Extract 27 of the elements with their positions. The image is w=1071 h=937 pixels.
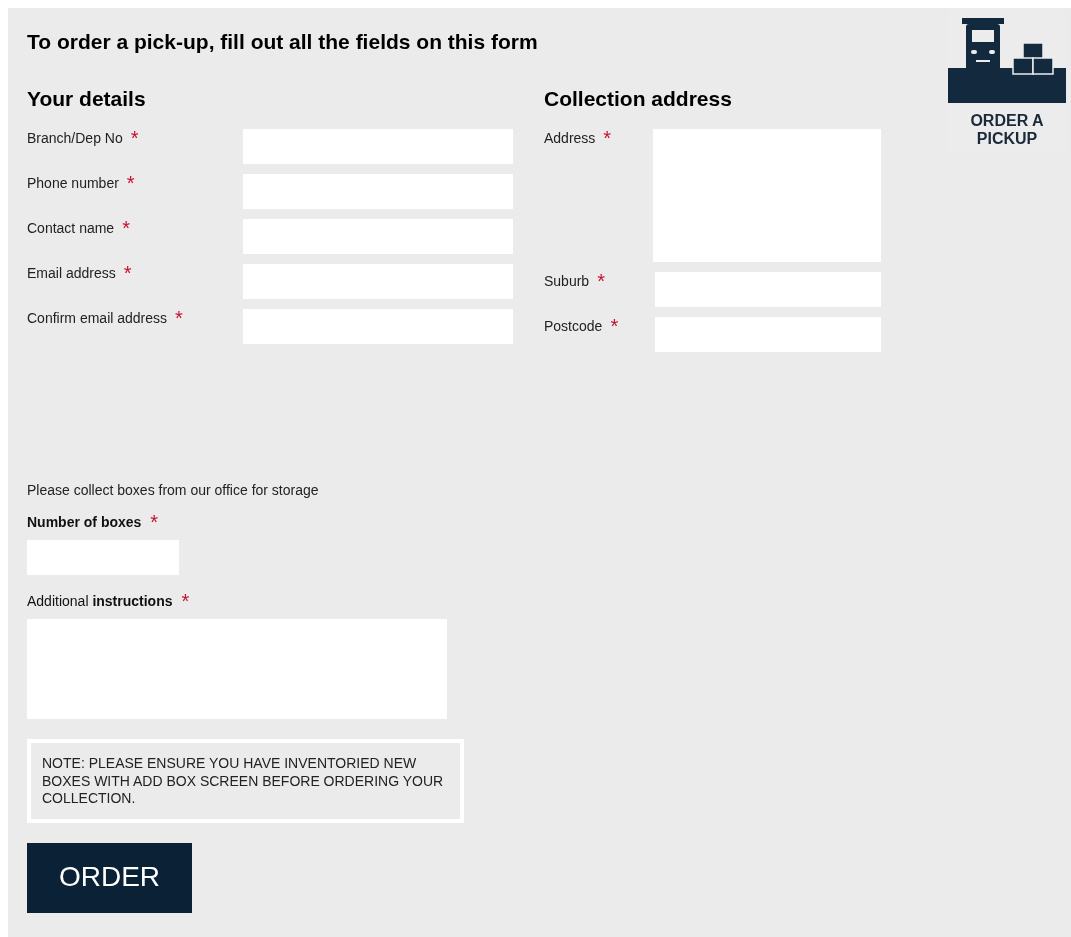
required-mark: *: [181, 593, 190, 609]
required-mark: *: [603, 130, 612, 146]
required-mark: *: [126, 175, 135, 191]
note-text: NOTE: PLEASE ENSURE YOU HAVE INVENTORIED NEW BOXES WITH ADD BOX SCREEN BEFORE ORDERING YOUR COLLECTION.: [27, 739, 464, 823]
field-label: Number of boxes: [27, 514, 142, 530]
required-mark: *: [122, 220, 130, 236]
badge-label[interactable]: ORDER A PICKUP: [962, 112, 1052, 148]
section-heading: Collection address: [544, 87, 733, 112]
required-mark: *: [123, 265, 132, 281]
required-mark: *: [175, 310, 183, 326]
field-label: Additional instructions: [27, 593, 173, 609]
required-mark: *: [597, 273, 605, 289]
form-title: To order a pick-up, fill out all the fields on this form: [27, 30, 539, 55]
intro-text: Please collect boxes from our office for storage: [27, 482, 320, 498]
order-button[interactable]: ORDER: [27, 842, 192, 913]
field-label: Postcode: [544, 318, 603, 334]
field-label: Suburb: [544, 273, 590, 289]
field-label: Branch/Dep No: [27, 130, 123, 146]
required-mark: *: [610, 318, 619, 334]
required-mark: *: [130, 130, 139, 146]
field-label: Phone number: [27, 175, 119, 191]
field-label: Address: [544, 130, 596, 146]
required-mark: *: [150, 514, 159, 530]
field-label: Contact name: [27, 220, 115, 236]
field-label: Confirm email address: [27, 310, 168, 326]
section-heading: Your details: [27, 87, 147, 112]
field-label: Email address: [27, 265, 116, 281]
